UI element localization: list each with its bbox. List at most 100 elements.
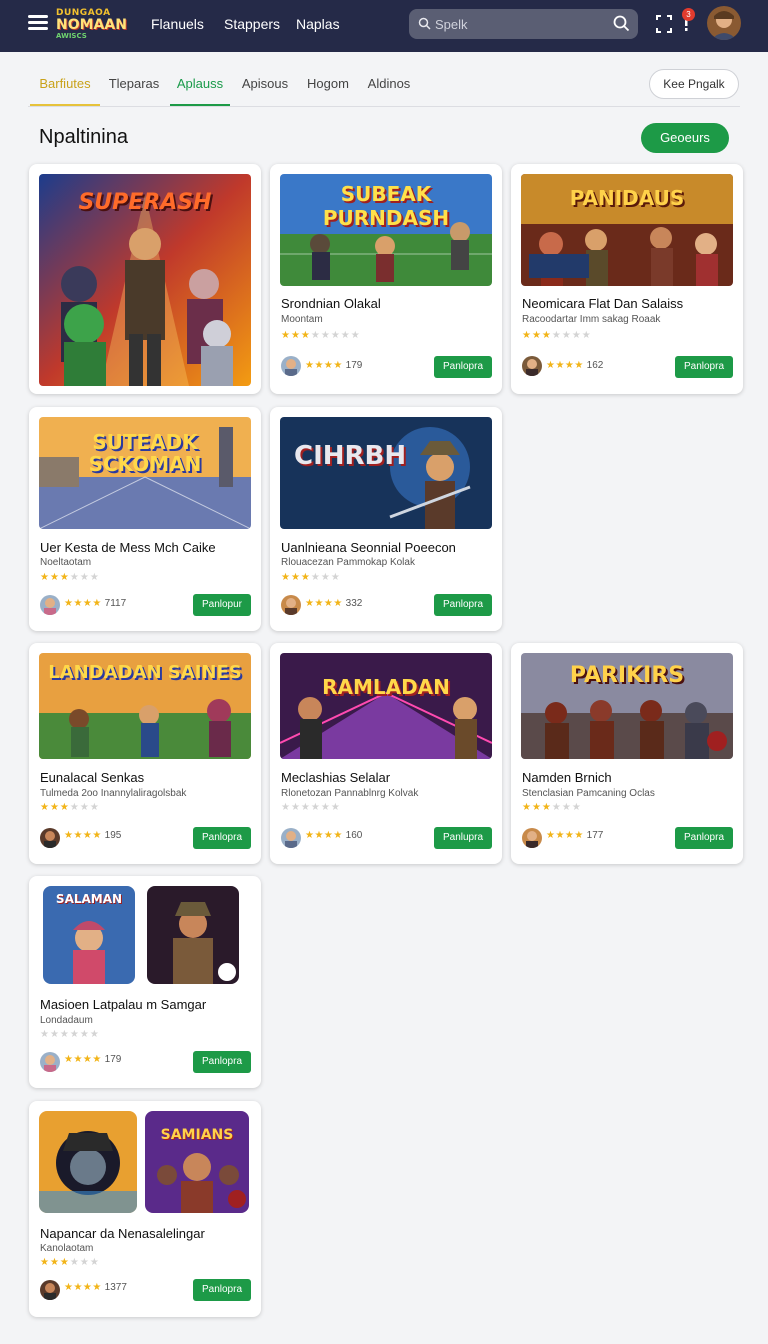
- rating-count: ★★★★ 179: [64, 1054, 122, 1065]
- game-title: Meclashias Selalar: [281, 770, 391, 785]
- game-card[interactable]: SALAMAN Masioen Latpalau m Samgar Londad…: [29, 876, 261, 1088]
- game-art-title: PARIKIRS: [569, 663, 685, 688]
- game-art: PARIKIRS: [521, 653, 733, 759]
- game-art: CIHRBH: [280, 417, 492, 529]
- tab-label: Aplauss: [176, 76, 224, 91]
- game-subtitle: Rlouacezan Pammokap Kolak: [281, 557, 415, 568]
- play-button[interactable]: Panlopur: [193, 594, 251, 616]
- nav-link-naplas[interactable]: Naplas: [296, 16, 340, 32]
- tab-barfiutes[interactable]: Barfiutes: [30, 62, 100, 107]
- game-art: [39, 1111, 137, 1213]
- nav-link-stappers[interactable]: Stappers: [224, 16, 280, 32]
- play-button[interactable]: Panlopra: [434, 356, 492, 378]
- game-card[interactable]: SAMIANS Napancar da Nenasalelingar Kanol…: [29, 1101, 261, 1317]
- logo-line-2: NOMAAN: [56, 17, 127, 33]
- top-bar: DUNGAOA NOMAAN AWISCS Flanuels Stappers …: [0, 0, 768, 52]
- game-art: SUBEAK PURNDASH: [280, 174, 492, 286]
- tab-tleparas[interactable]: Tleparas: [104, 62, 164, 106]
- author-avatar: [281, 356, 301, 376]
- game-card[interactable]: SUTEADK SCKOMAN Uer Kesta de Mess Mch Ca…: [29, 407, 261, 631]
- game-title: Uer Kesta de Mess Mch Caike: [40, 540, 216, 555]
- game-subtitle: Moontam: [281, 314, 323, 325]
- play-button[interactable]: Panlopra: [193, 1279, 251, 1301]
- rating-count: ★★★★ 332: [305, 598, 363, 609]
- game-title: Eunalacal Senkas: [40, 770, 145, 785]
- play-button[interactable]: Panlopra: [434, 594, 492, 616]
- tab-label: Aldinos: [367, 76, 411, 91]
- logo-line-3: AWISCS: [56, 32, 87, 40]
- rating-value: 7117: [104, 598, 127, 609]
- author-avatar: [40, 1052, 60, 1072]
- star-rating: ★★★★★★: [522, 802, 582, 813]
- search-bar: [409, 9, 638, 39]
- game-art: LANDADAN SAINES: [39, 653, 251, 759]
- game-subtitle: Stenclasian Pamcaning Oclas: [522, 788, 655, 799]
- app-logo[interactable]: DUNGAOA NOMAAN AWISCS: [56, 8, 128, 42]
- star-rating: ★★★★★★: [281, 572, 341, 583]
- game-card[interactable]: PANIDAUS Neomicara Flat Dan Salaiss Raco…: [511, 164, 743, 394]
- rating-value: 1377: [104, 1282, 127, 1293]
- rating-value: 160: [345, 830, 363, 841]
- play-button[interactable]: Panlupra: [434, 827, 492, 849]
- author-avatar: [40, 595, 60, 615]
- game-art-title: PANIDAUS: [569, 186, 685, 210]
- game-art-secondary: [147, 886, 239, 984]
- tab-aplauss[interactable]: Aplauss: [170, 62, 230, 107]
- play-button[interactable]: Panlopra: [675, 356, 733, 378]
- game-art-title: CIHRBH: [294, 441, 407, 471]
- nav-link-flanuels[interactable]: Flanuels: [151, 16, 204, 32]
- rating-value: 179: [345, 360, 363, 371]
- play-button[interactable]: Panlopra: [193, 1051, 251, 1073]
- fullscreen-icon[interactable]: [656, 15, 672, 33]
- page-title: Npaltinina: [39, 126, 128, 148]
- secondary-pill-button[interactable]: Kee Pngalk: [649, 69, 739, 99]
- game-art: SUTEADK SCKOMAN: [39, 417, 251, 529]
- game-title: Masioen Latpalau m Samgar: [40, 997, 207, 1012]
- game-card[interactable]: RAMLADAN Meclashias Selalar Rlonetozan P…: [270, 643, 502, 864]
- primary-action-button[interactable]: Geoeurs: [641, 123, 729, 153]
- game-art-title: SALAMAN: [55, 892, 123, 906]
- game-art-title: SAMIANS: [160, 1127, 234, 1143]
- tab-apisous[interactable]: Apisous: [236, 62, 294, 106]
- author-avatar: [281, 595, 301, 615]
- rating-count: ★★★★ 179: [305, 360, 363, 371]
- game-art-title: SUBEAK PURNDASH: [322, 182, 450, 230]
- star-rating: ★★★★★★: [40, 572, 100, 583]
- star-rating: ★★★★★★: [281, 802, 341, 813]
- author-avatar: [522, 828, 542, 848]
- game-card[interactable]: PARIKIRS Namden Brnich Stenclasian Pamca…: [511, 643, 743, 864]
- game-title: Napancar da Nenasalelingar: [40, 1226, 205, 1241]
- search-icon: [418, 17, 431, 30]
- game-art: PANIDAUS: [521, 174, 733, 286]
- game-art-title: RAMLADAN: [322, 675, 450, 699]
- tab-label: Tleparas: [108, 76, 160, 91]
- game-card[interactable]: SUBEAK PURNDASH Srondnian Olakal Moontam…: [270, 164, 502, 394]
- rating-count: ★★★★ 160: [305, 830, 363, 841]
- user-avatar[interactable]: [707, 6, 741, 40]
- game-card[interactable]: SUPERASH: [29, 164, 261, 394]
- game-card[interactable]: CIHRBH Uanlnieana Seonnial Poeecon Rloua…: [270, 407, 502, 631]
- game-title: Neomicara Flat Dan Salaiss: [522, 296, 684, 311]
- hamburger-menu-icon[interactable]: [28, 15, 48, 31]
- author-avatar: [40, 828, 60, 848]
- author-avatar: [281, 828, 301, 848]
- tabs-divider: [28, 106, 740, 107]
- game-card[interactable]: LANDADAN SAINES Eunalacal Senkas Tulmeda…: [29, 643, 261, 864]
- rating-count: ★★★★ 162: [546, 360, 604, 371]
- game-art-secondary: SAMIANS: [145, 1111, 249, 1213]
- game-title: Uanlnieana Seonnial Poeecon: [281, 540, 456, 555]
- game-art: SUPERASH: [39, 174, 251, 386]
- game-subtitle: Tulmeda 2oo Inannylaliragolsbak: [40, 788, 187, 799]
- play-button[interactable]: Panlopra: [193, 827, 251, 849]
- tab-aldinos[interactable]: Aldinos: [360, 62, 418, 106]
- tab-hogom[interactable]: Hogom: [302, 62, 354, 106]
- play-button[interactable]: Panlopra: [675, 827, 733, 849]
- rating-count: ★★★★ 1377: [64, 1282, 127, 1293]
- star-rating: ★★★★★★: [40, 1257, 100, 1268]
- game-art-title: SUTEADK SCKOMAN: [88, 430, 202, 476]
- author-avatar: [522, 356, 542, 376]
- search-input[interactable]: [435, 9, 605, 39]
- search-submit-icon[interactable]: [613, 15, 630, 32]
- star-rating: ★★★★★★★★: [281, 330, 361, 341]
- notification-badge: 3: [682, 8, 695, 21]
